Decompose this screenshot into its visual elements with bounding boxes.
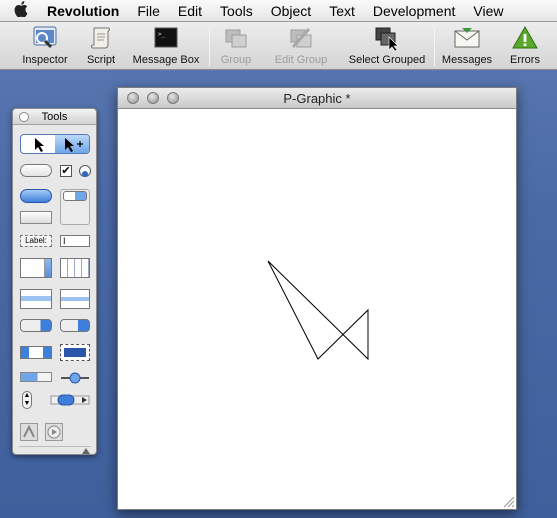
- message-box-label: Message Box: [132, 54, 200, 66]
- browse-tool[interactable]: [21, 135, 55, 153]
- toolbar: Inspector Script >_ Message Box Group Ed…: [0, 22, 557, 70]
- menu-development[interactable]: Development: [364, 3, 465, 19]
- table-field-tool[interactable]: [60, 258, 90, 278]
- document-titlebar[interactable]: P-Graphic *: [118, 88, 516, 109]
- script-scroll-icon: [87, 25, 115, 51]
- list-field-tool[interactable]: [60, 289, 90, 309]
- tools-palette-titlebar[interactable]: Tools: [13, 109, 96, 125]
- scrollbar-tool[interactable]: [50, 393, 90, 407]
- group-icon: [222, 25, 250, 51]
- scrolling-list-tool[interactable]: [20, 289, 52, 309]
- inspector-icon: [31, 25, 59, 51]
- edit-group-icon: [287, 25, 315, 51]
- option-menu-tool[interactable]: [60, 319, 90, 332]
- text-field-tool[interactable]: I: [60, 235, 90, 247]
- menu-file[interactable]: File: [128, 3, 169, 19]
- menu-text[interactable]: Text: [320, 3, 364, 19]
- inspector-button[interactable]: Inspector: [18, 25, 72, 69]
- script-button[interactable]: Script: [83, 25, 119, 69]
- combo-box-tool[interactable]: [20, 346, 52, 359]
- palette-close-icon[interactable]: [19, 112, 29, 122]
- slider-tool[interactable]: [60, 371, 90, 384]
- polygon-graphic[interactable]: [267, 260, 369, 361]
- window-zoom-icon[interactable]: [167, 92, 179, 104]
- menu-bar: Revolution File Edit Tools Object Text D…: [0, 0, 557, 22]
- edit-group-button[interactable]: Edit Group: [270, 25, 332, 69]
- window-minimize-icon[interactable]: [147, 92, 159, 104]
- rectangle-button-tool[interactable]: [20, 211, 52, 224]
- checkbox-tool[interactable]: ✔: [60, 165, 72, 177]
- messages-envelope-icon: [453, 25, 481, 51]
- errors-label: Errors: [510, 54, 540, 66]
- messages-button[interactable]: Messages: [440, 25, 494, 69]
- menu-edit[interactable]: Edit: [169, 3, 211, 19]
- tools-palette: Tools ✔ Label: I ▲ ▼: [12, 108, 97, 455]
- apple-menu-icon[interactable]: [14, 0, 38, 21]
- message-box-button[interactable]: >_ Message Box: [130, 25, 202, 69]
- scrolling-field-tool[interactable]: [20, 258, 52, 278]
- palette-collapse-icon[interactable]: [81, 442, 91, 454]
- group-label: Group: [220, 54, 252, 66]
- messages-label: Messages: [441, 54, 493, 66]
- toolbar-separator: [434, 28, 435, 66]
- card-canvas[interactable]: [118, 109, 516, 509]
- edit-group-label: Edit Group: [274, 54, 328, 66]
- player-tool[interactable]: [45, 423, 63, 441]
- popup-menu-tool[interactable]: [20, 319, 52, 332]
- select-grouped-label: Select Grouped: [348, 54, 426, 66]
- script-label: Script: [86, 54, 116, 66]
- pointer-tool[interactable]: [55, 135, 89, 153]
- push-button-tool[interactable]: [20, 164, 52, 177]
- label-field-tool[interactable]: Label:: [20, 235, 52, 247]
- document-title: P-Graphic *: [283, 91, 351, 106]
- select-grouped-icon: [373, 25, 401, 52]
- default-button-tool[interactable]: [20, 189, 52, 203]
- inspector-label: Inspector: [22, 54, 68, 66]
- menu-tools[interactable]: Tools: [211, 3, 262, 19]
- errors-warning-icon: [511, 25, 539, 51]
- group-button[interactable]: Group: [216, 25, 256, 69]
- graphic-object[interactable]: [118, 109, 516, 509]
- tools-palette-title: Tools: [41, 111, 68, 123]
- little-arrows-tool[interactable]: ▲ ▼: [22, 391, 32, 409]
- toolbar-separator: [209, 28, 210, 66]
- menu-object[interactable]: Object: [262, 3, 320, 19]
- image-tool[interactable]: [60, 344, 90, 361]
- message-box-icon: >_: [152, 25, 180, 51]
- errors-button[interactable]: Errors: [505, 25, 545, 69]
- window-close-icon[interactable]: [127, 92, 139, 104]
- progress-bar-tool[interactable]: [20, 372, 52, 382]
- svg-text:>_: >_: [158, 31, 166, 38]
- radio-button-tool[interactable]: [79, 165, 91, 177]
- document-window: P-Graphic *: [117, 87, 517, 510]
- menu-view[interactable]: View: [464, 3, 512, 19]
- menu-revolution[interactable]: Revolution: [38, 3, 128, 19]
- tab-panel-tool[interactable]: [60, 189, 90, 225]
- select-grouped-button[interactable]: Select Grouped: [345, 25, 429, 69]
- graphic-tool[interactable]: [20, 423, 38, 441]
- resize-grip-icon[interactable]: [501, 494, 515, 508]
